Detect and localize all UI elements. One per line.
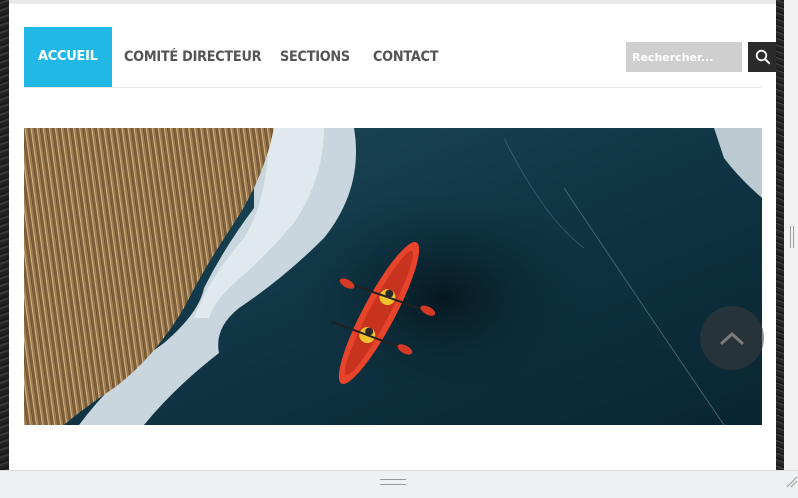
page-content: ACCUEIL COMITÉ DIRECTEUR SECTIONS CONTAC…	[9, 4, 776, 470]
horizontal-resize-handle[interactable]	[380, 479, 406, 485]
main-navigation: ACCUEIL COMITÉ DIRECTEUR SECTIONS CONTAC…	[24, 27, 776, 88]
hero-kayak-image	[24, 128, 762, 425]
resize-corner-icon[interactable]	[784, 474, 798, 488]
search-input[interactable]	[626, 42, 742, 72]
background-border-left	[0, 0, 9, 470]
search-button[interactable]	[748, 42, 776, 72]
search-icon	[755, 49, 771, 65]
browser-viewport: ACCUEIL COMITÉ DIRECTEUR SECTIONS CONTAC…	[0, 0, 798, 498]
vertical-resize-handle[interactable]	[790, 226, 794, 248]
nav-item-comite-directeur[interactable]: COMITÉ DIRECTEUR	[124, 27, 262, 87]
chevron-up-icon	[720, 332, 744, 345]
nav-item-accueil[interactable]: ACCUEIL	[24, 27, 112, 87]
hero-image	[24, 128, 762, 425]
background-border-right	[776, 0, 784, 470]
nav-item-contact[interactable]: CONTACT	[373, 27, 439, 87]
nav-item-sections[interactable]: SECTIONS	[280, 27, 350, 87]
scroll-to-top-button[interactable]	[700, 306, 764, 370]
